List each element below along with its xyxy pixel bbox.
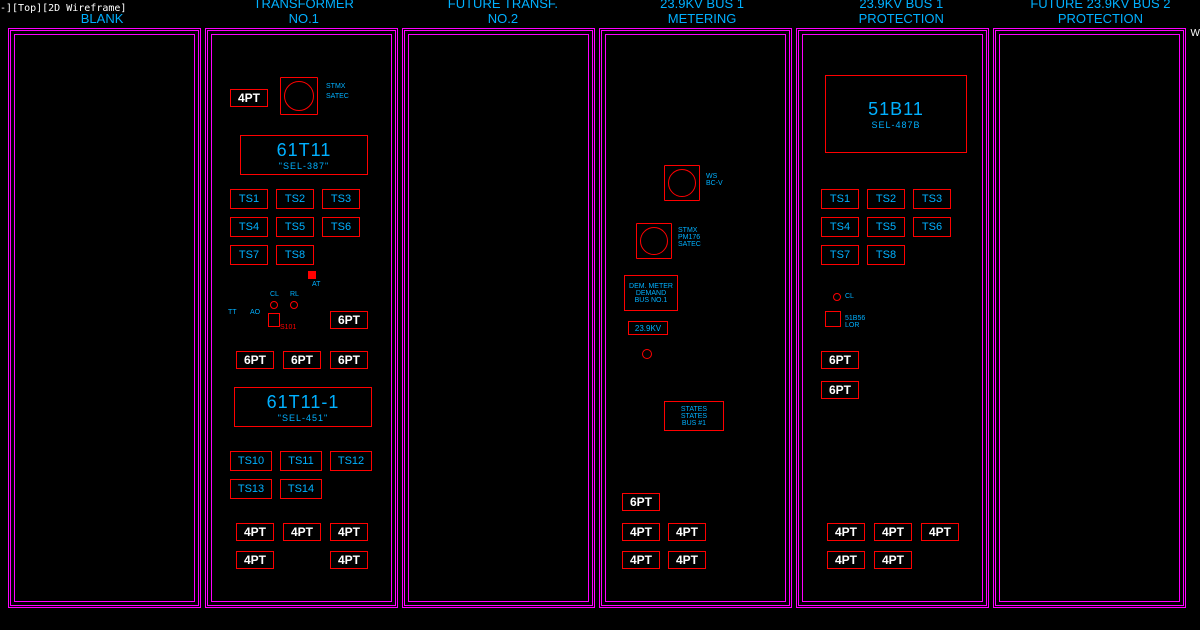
pt-block: 4PT [622, 551, 660, 569]
pt-block: 4PT [827, 523, 865, 541]
pt-block: 4PT [921, 523, 959, 541]
ts-block: TS3 [913, 189, 951, 209]
satec-label: SATEC [326, 93, 349, 100]
relay-model: SEL-487B [871, 120, 920, 130]
ts-block: TS14 [280, 479, 322, 499]
s101-label: S101 [280, 324, 296, 331]
pt-block: 6PT [236, 351, 274, 369]
pt-block: 4PT [236, 523, 274, 541]
ts-block: TS7 [230, 245, 268, 265]
panel-protection1: 51B11 SEL-487B TS1 TS2 TS3 TS4 TS5 TS6 T… [796, 28, 989, 608]
cl-label: CL [845, 293, 854, 300]
panel-row: 4PT STMX SATEC 61T11 "SEL-387" TS1 TS2 T… [0, 28, 1200, 608]
ts-block: TS2 [276, 189, 314, 209]
pt-block: 4PT [230, 89, 268, 107]
panel-transformer2 [402, 28, 595, 608]
rl-label: RL [290, 291, 299, 298]
pt-block: 6PT [330, 311, 368, 329]
pt-block: 6PT [283, 351, 321, 369]
panel-inner [999, 34, 1180, 602]
lockout-icon [825, 311, 841, 327]
small-device-icon [308, 271, 316, 279]
ts-block: TS11 [280, 451, 322, 471]
header-protection1: 23.9KV BUS 1 PROTECTION [802, 0, 1001, 28]
relay-id: 61T11-1 [267, 392, 340, 413]
panel-metering: WS BC-V STMX PM176 SATEC DEM. METER DEMA… [599, 28, 792, 608]
indicator-icon [270, 301, 278, 309]
ao-label: AO [250, 309, 260, 316]
meter-icon [636, 223, 672, 259]
pt-block: 6PT [330, 351, 368, 369]
panel-protection2 [993, 28, 1186, 608]
header-transformer1: TRANSFORMER NO.1 [204, 0, 403, 28]
panel-inner [14, 34, 195, 602]
pt-block: 6PT [821, 381, 859, 399]
relay-51b11: 51B11 SEL-487B [825, 75, 967, 153]
wcs-indicator: W [1191, 28, 1200, 39]
stmx-label: STMX PM176 SATEC [678, 227, 701, 248]
relay-61t11: 61T11 "SEL-387" [240, 135, 368, 175]
lockout-label: 51B56 LOR [845, 315, 865, 329]
pt-block: 4PT [622, 523, 660, 541]
ts-block: TS2 [867, 189, 905, 209]
stmx-label: STMX [326, 83, 345, 90]
ts-block: TS8 [867, 245, 905, 265]
relay-model: "SEL-387" [279, 161, 329, 171]
ts-block: TS6 [913, 217, 951, 237]
ws-label: WS BC-V [706, 173, 723, 187]
pt-block: 4PT [668, 523, 706, 541]
panel-inner [408, 34, 589, 602]
pt-block: 4PT [874, 551, 912, 569]
indicator-icon [833, 293, 841, 301]
sync-scope [280, 77, 318, 115]
ts-block: TS12 [330, 451, 372, 471]
ts-block: TS1 [230, 189, 268, 209]
pt-block: 6PT [622, 493, 660, 511]
relay-id: 51B11 [868, 99, 924, 120]
switch-icon [268, 313, 280, 327]
pt-block: 4PT [330, 523, 368, 541]
ts-block: TS4 [821, 217, 859, 237]
tt-label: TT [228, 309, 237, 316]
meter-icon [664, 165, 700, 201]
at-label: AT [312, 281, 320, 288]
ts-block: TS8 [276, 245, 314, 265]
ts-block: TS7 [821, 245, 859, 265]
cl-label: CL [270, 291, 279, 298]
header-metering: 23.9KV BUS 1 METERING [603, 0, 802, 28]
panel-transformer1: 4PT STMX SATEC 61T11 "SEL-387" TS1 TS2 T… [205, 28, 398, 608]
pt-block: 4PT [874, 523, 912, 541]
ts-block: TS5 [867, 217, 905, 237]
ts-block: TS1 [821, 189, 859, 209]
ts-block: TS13 [230, 479, 272, 499]
states-block: STATES STATES BUS #1 [664, 401, 724, 431]
relay-model: "SEL-451" [278, 413, 328, 423]
indicator-icon [290, 301, 298, 309]
pt-block: 4PT [668, 551, 706, 569]
ts-block: TS3 [322, 189, 360, 209]
view-mode-label: -][Top][2D Wireframe] [0, 3, 126, 14]
header-protection2: FUTURE 23.9KV BUS 2 PROTECTION [1001, 0, 1200, 28]
pt-block: 4PT [827, 551, 865, 569]
panel-inner [605, 34, 786, 602]
indicator-icon [642, 349, 652, 359]
relay-61t11-1: 61T11-1 "SEL-451" [234, 387, 372, 427]
panel-blank [8, 28, 201, 608]
demand-meter: DEM. METER DEMAND BUS NO.1 [624, 275, 678, 311]
voltage-label: 23.9KV [628, 321, 668, 335]
relay-id: 61T11 [277, 140, 332, 161]
panel-headers: BLANK TRANSFORMER NO.1 FUTURE TRANSF. NO… [0, 0, 1200, 28]
ts-block: TS10 [230, 451, 272, 471]
pt-block: 4PT [283, 523, 321, 541]
pt-block: 6PT [821, 351, 859, 369]
header-blank: BLANK [0, 12, 204, 28]
ts-block: TS6 [322, 217, 360, 237]
ts-block: TS4 [230, 217, 268, 237]
header-transformer2: FUTURE TRANSF. NO.2 [403, 0, 602, 28]
ts-block: TS5 [276, 217, 314, 237]
pt-block: 4PT [330, 551, 368, 569]
pt-block: 4PT [236, 551, 274, 569]
